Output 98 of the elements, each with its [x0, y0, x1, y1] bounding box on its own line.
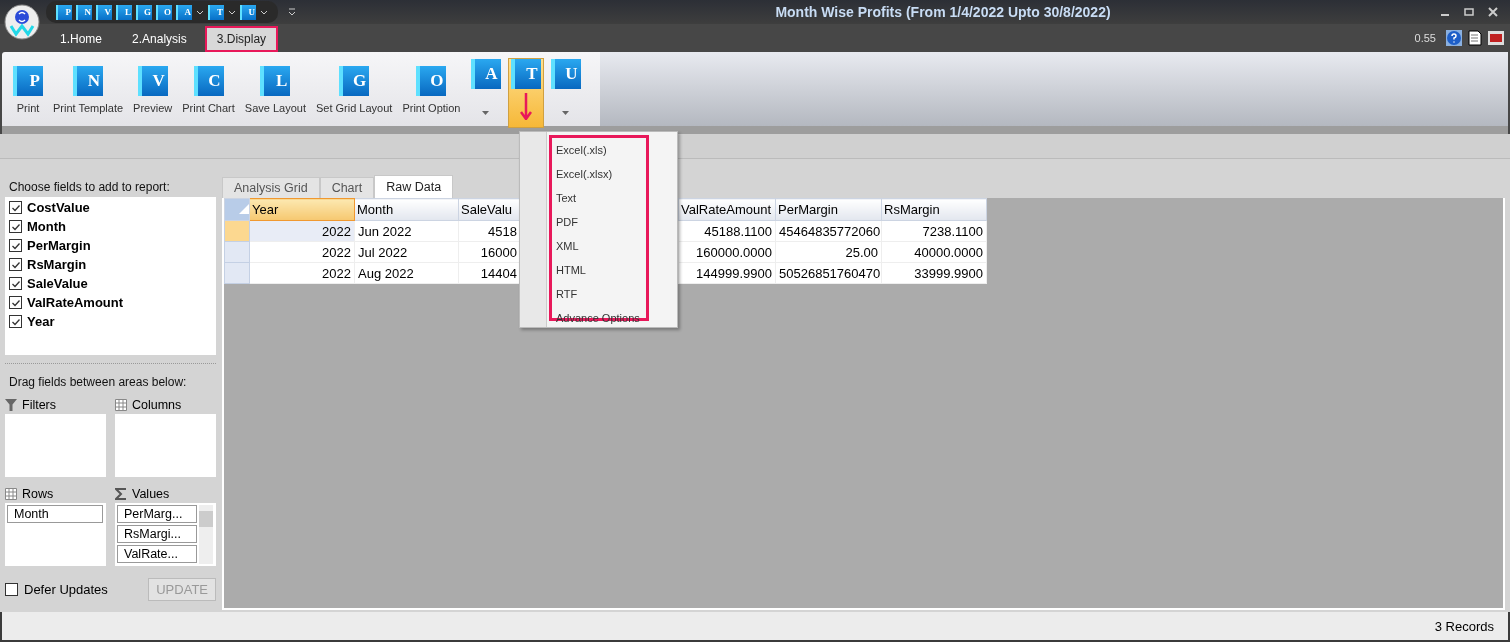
- grid-icon: [5, 488, 17, 500]
- caret-icon[interactable]: [260, 9, 268, 15]
- book-icon[interactable]: U: [240, 4, 256, 20]
- close-icon[interactable]: [1488, 7, 1498, 17]
- checkbox[interactable]: [9, 315, 22, 328]
- drag-hint: Drag fields between areas below:: [8, 374, 188, 391]
- column-header[interactable]: Year: [249, 198, 355, 221]
- book-icon[interactable]: A: [176, 4, 192, 20]
- area-title: Filters: [22, 398, 57, 412]
- ribbon-tab[interactable]: 1.Home: [48, 26, 115, 52]
- area-title: Columns: [132, 398, 182, 412]
- split-button[interactable]: A: [467, 58, 504, 128]
- column-header[interactable]: Month: [354, 198, 459, 221]
- record-count: 3 Records: [1434, 618, 1494, 634]
- ribbon-tab[interactable]: 2.Analysis: [120, 26, 199, 52]
- checkbox[interactable]: [9, 296, 22, 309]
- checkbox[interactable]: [9, 201, 22, 214]
- ribbon-button[interactable]: L Save Layout: [239, 58, 311, 114]
- menu-item[interactable]: RTF: [554, 282, 644, 306]
- table-cell: 7238.1100: [881, 220, 987, 242]
- scrollbar[interactable]: [199, 505, 213, 564]
- area-title: Values: [132, 487, 170, 501]
- view-tab[interactable]: Raw Data: [374, 175, 454, 198]
- ribbon-button[interactable]: G Set Grid Layout: [310, 58, 398, 114]
- view-tab[interactable]: Analysis Grid: [222, 177, 320, 198]
- column-header[interactable]: PerMargin: [775, 198, 882, 221]
- table-cell: 160000.0000: [678, 241, 776, 263]
- field-chip[interactable]: PerMarg...: [117, 505, 197, 523]
- window-title: Month Wise Profits (From 1/4/2022 Upto 30/8/2022): [774, 4, 1112, 20]
- checkbox[interactable]: [9, 277, 22, 290]
- field-chip[interactable]: RsMargi...: [117, 525, 197, 543]
- menu-item[interactable]: Advance Options: [554, 306, 644, 330]
- version-label: 0.55: [1414, 32, 1436, 44]
- table-cell: 45188.1100: [678, 220, 776, 242]
- menu-item[interactable]: Text: [554, 186, 644, 210]
- field-label[interactable]: Month: [27, 219, 66, 234]
- ribbon-button[interactable]: C Print Chart: [177, 58, 240, 114]
- table-cell: 2022: [249, 241, 355, 263]
- ribbon-button[interactable]: V Preview: [128, 58, 178, 114]
- field-label[interactable]: SaleValue: [27, 276, 88, 291]
- field-chip[interactable]: ValRate...: [117, 545, 197, 563]
- checkbox[interactable]: [9, 258, 22, 271]
- checkbox[interactable]: [5, 583, 18, 596]
- checkbox[interactable]: [9, 220, 22, 233]
- menu-item[interactable]: PDF: [554, 210, 644, 234]
- field-list-title: Choose fields to add to report:: [8, 179, 171, 196]
- checkbox-label[interactable]: Defer Updates: [24, 582, 108, 597]
- ribbon-tab[interactable]: 3.Display: [204, 26, 279, 52]
- table-cell: 40000.0000: [881, 241, 987, 263]
- field-label[interactable]: CostValue: [27, 200, 90, 215]
- caret-icon[interactable]: [196, 9, 204, 15]
- checkbox[interactable]: [9, 239, 22, 252]
- table-cell: 50526851760470: [775, 262, 882, 284]
- view-tab[interactable]: Chart: [319, 177, 375, 198]
- sigma-icon: [115, 488, 127, 500]
- grid-icon: [115, 399, 127, 411]
- field-label[interactable]: Year: [27, 314, 55, 329]
- menu-item[interactable]: XML: [554, 234, 644, 258]
- menu-item[interactable]: HTML: [554, 258, 644, 282]
- field-label[interactable]: ValRateAmount: [27, 295, 124, 310]
- ribbon-button[interactable]: P Print: [8, 58, 48, 114]
- ribbon-button[interactable]: N Print Template: [48, 58, 129, 114]
- corner-triangle-icon: [239, 204, 249, 214]
- book-icon[interactable]: T: [208, 4, 224, 20]
- caret-icon[interactable]: [228, 9, 236, 15]
- help-icon[interactable]: [1446, 30, 1462, 46]
- ribbon-button[interactable]: O Print Option: [397, 58, 466, 114]
- menu-item[interactable]: Excel(.xlsx): [554, 162, 644, 186]
- field-label[interactable]: RsMargin: [27, 257, 87, 272]
- menu-item[interactable]: Excel(.xls): [554, 138, 644, 162]
- book-icon[interactable]: G: [136, 4, 152, 20]
- table-cell: 25.00: [775, 241, 882, 263]
- table-cell: Jun 2022: [354, 220, 459, 242]
- table-cell: 45464835772060: [775, 220, 882, 242]
- table-cell: 144999.9900: [678, 262, 776, 284]
- exit-icon[interactable]: [1488, 31, 1504, 45]
- split-button[interactable]: U: [547, 58, 584, 128]
- filter-icon: [5, 399, 17, 411]
- maximize-icon[interactable]: [1464, 7, 1474, 17]
- field-label[interactable]: PerMargin: [27, 238, 91, 253]
- arrow-icon: [519, 92, 532, 120]
- table-cell: 33999.9900: [881, 262, 987, 284]
- caret-icon[interactable]: [562, 111, 569, 115]
- customize-caret-icon[interactable]: [288, 8, 296, 16]
- book-icon[interactable]: L: [116, 4, 132, 20]
- table-cell: Jul 2022: [354, 241, 459, 263]
- column-header[interactable]: SaleValu: [458, 198, 521, 221]
- area-title: Rows: [22, 487, 54, 501]
- split-button[interactable]: T: [507, 58, 544, 128]
- caret-icon[interactable]: [482, 111, 489, 115]
- field-chip[interactable]: Month: [7, 505, 103, 523]
- column-header[interactable]: ValRateAmount: [678, 198, 776, 221]
- book-icon[interactable]: N: [76, 4, 92, 20]
- document-icon[interactable]: [1468, 30, 1482, 46]
- column-header[interactable]: RsMargin: [881, 198, 987, 221]
- book-icon[interactable]: O: [156, 4, 172, 20]
- table-cell: 2022: [249, 262, 355, 284]
- table-cell: Aug 2022: [354, 262, 459, 284]
